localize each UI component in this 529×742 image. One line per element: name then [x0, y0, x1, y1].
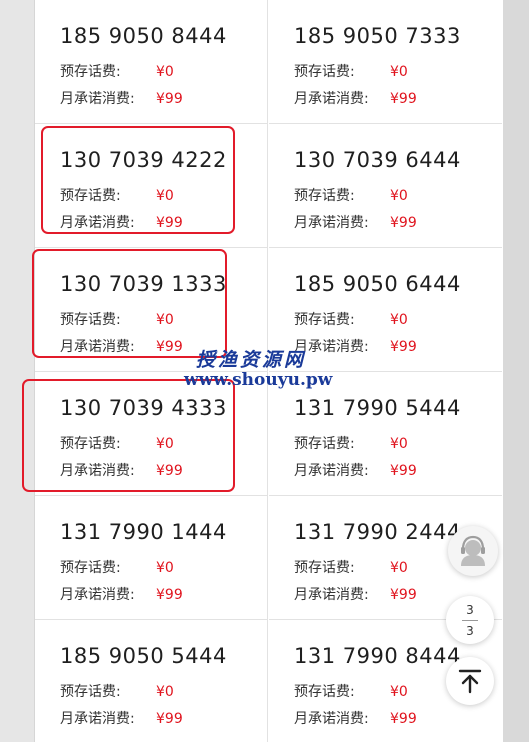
back-to-top-icon [458, 669, 482, 694]
prepaid-value: ¥0 [390, 188, 408, 204]
monthly-row: 月承诺消费: ¥99 [294, 212, 417, 232]
monthly-value: ¥99 [156, 587, 183, 603]
customer-service-icon [461, 535, 485, 566]
monthly-label: 月承诺消费: [60, 711, 135, 727]
monthly-value: ¥99 [156, 711, 183, 727]
prepaid-label: 预存话费: [60, 64, 121, 80]
prepaid-value: ¥0 [390, 312, 408, 328]
phone-number: 185 9050 6444 [294, 272, 461, 296]
number-card[interactable]: 185 9050 8444 预存话费: ¥0 月承诺消费: ¥99 [35, 0, 268, 124]
back-to-top-button[interactable] [446, 657, 494, 705]
monthly-label: 月承诺消费: [60, 587, 135, 603]
left-margin [0, 0, 35, 742]
prepaid-label: 预存话费: [294, 64, 355, 80]
monthly-row: 月承诺消费: ¥99 [294, 460, 417, 480]
prepaid-row: 预存话费: ¥0 [294, 61, 408, 81]
highlight-box [22, 379, 235, 492]
prepaid-row: 预存话费: ¥0 [60, 681, 174, 701]
prepaid-row: 预存话费: ¥0 [294, 185, 408, 205]
prepaid-row: 预存话费: ¥0 [294, 681, 408, 701]
phone-number: 185 9050 5444 [60, 644, 227, 668]
prepaid-value: ¥0 [390, 436, 408, 452]
phone-number: 185 9050 8444 [60, 24, 227, 48]
page-divider [462, 619, 478, 621]
phone-number: 185 9050 7333 [294, 24, 461, 48]
monthly-row: 月承诺消费: ¥99 [60, 708, 183, 728]
prepaid-value: ¥0 [156, 684, 174, 700]
monthly-row: 月承诺消费: ¥99 [60, 584, 183, 604]
monthly-label: 月承诺消费: [294, 587, 369, 603]
page-indicator[interactable]: 3 3 [446, 596, 494, 644]
right-margin [503, 0, 529, 742]
monthly-label: 月承诺消费: [294, 91, 369, 107]
number-card[interactable]: 131 7990 5444 预存话费: ¥0 月承诺消费: ¥99 [269, 372, 502, 496]
monthly-value: ¥99 [390, 339, 417, 355]
watermark-url: www.shouyu.pw [184, 370, 333, 390]
monthly-row: 月承诺消费: ¥99 [294, 708, 417, 728]
monthly-value: ¥99 [390, 587, 417, 603]
phone-number: 130 7039 6444 [294, 148, 461, 172]
phone-number: 131 7990 2444 [294, 520, 461, 544]
prepaid-row: 预存话费: ¥0 [294, 433, 408, 453]
prepaid-value: ¥0 [390, 684, 408, 700]
number-card[interactable]: 131 7990 1444 预存话费: ¥0 月承诺消费: ¥99 [35, 496, 268, 620]
prepaid-label: 预存话费: [60, 560, 121, 576]
prepaid-label: 预存话费: [294, 436, 355, 452]
monthly-row: 月承诺消费: ¥99 [60, 88, 183, 108]
prepaid-row: 预存话费: ¥0 [60, 557, 174, 577]
prepaid-label: 预存话费: [294, 188, 355, 204]
highlight-box [41, 126, 235, 234]
prepaid-row: 预存话费: ¥0 [294, 557, 408, 577]
phone-number: 131 7990 1444 [60, 520, 227, 544]
phone-number: 131 7990 5444 [294, 396, 461, 420]
prepaid-label: 预存话费: [294, 312, 355, 328]
prepaid-label: 预存话费: [60, 684, 121, 700]
number-card[interactable]: 185 9050 5444 预存话费: ¥0 月承诺消费: ¥99 [35, 620, 268, 742]
monthly-label: 月承诺消费: [60, 91, 135, 107]
customer-service-button[interactable] [448, 526, 498, 576]
phone-number: 131 7990 8444 [294, 644, 461, 668]
current-page: 3 [466, 602, 474, 617]
monthly-value: ¥99 [390, 463, 417, 479]
highlight-box [32, 249, 227, 358]
prepaid-label: 预存话费: [294, 684, 355, 700]
monthly-row: 月承诺消费: ¥99 [294, 88, 417, 108]
monthly-value: ¥99 [390, 711, 417, 727]
number-card[interactable]: 185 9050 7333 预存话费: ¥0 月承诺消费: ¥99 [269, 0, 502, 124]
monthly-value: ¥99 [390, 215, 417, 231]
monthly-row: 月承诺消费: ¥99 [294, 584, 417, 604]
prepaid-value: ¥0 [156, 560, 174, 576]
monthly-label: 月承诺消费: [294, 711, 369, 727]
prepaid-value: ¥0 [156, 64, 174, 80]
number-card[interactable]: 130 7039 6444 预存话费: ¥0 月承诺消费: ¥99 [269, 124, 502, 248]
prepaid-value: ¥0 [390, 64, 408, 80]
prepaid-value: ¥0 [390, 560, 408, 576]
prepaid-row: 预存话费: ¥0 [294, 309, 408, 329]
monthly-row: 月承诺消费: ¥99 [294, 336, 417, 356]
prepaid-row: 预存话费: ¥0 [60, 61, 174, 81]
monthly-value: ¥99 [156, 91, 183, 107]
prepaid-label: 预存话费: [294, 560, 355, 576]
monthly-label: 月承诺消费: [294, 215, 369, 231]
watermark-site-name: 授渔资源网 [196, 349, 307, 371]
total-pages: 3 [466, 623, 474, 638]
monthly-label: 月承诺消费: [294, 463, 369, 479]
monthly-value: ¥99 [390, 91, 417, 107]
monthly-label: 月承诺消费: [294, 339, 369, 355]
